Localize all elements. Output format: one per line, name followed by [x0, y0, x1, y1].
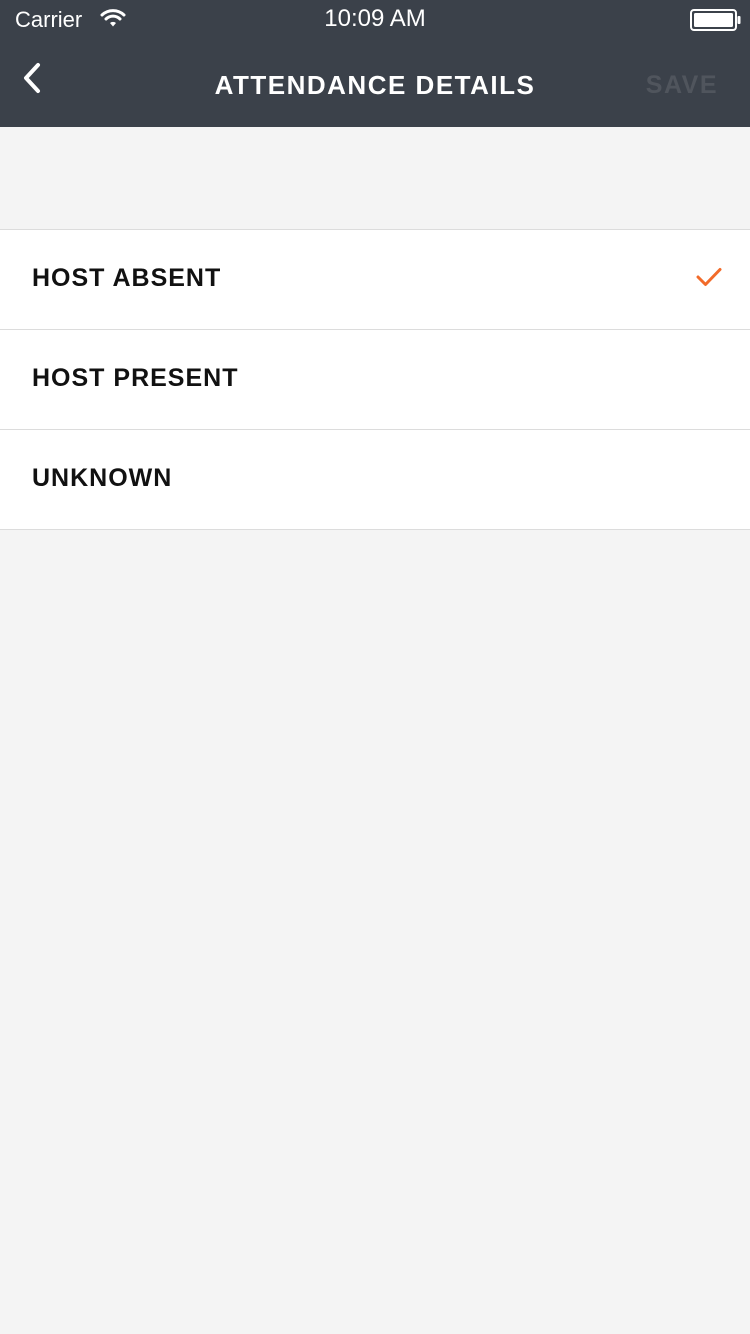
attendance-options-list: HOST ABSENT HOST PRESENT UNKNOWN: [0, 229, 750, 530]
status-bar: Carrier 10:09 AM: [0, 0, 750, 40]
option-host-absent[interactable]: HOST ABSENT: [0, 230, 750, 330]
nav-bar: ATTENDANCE DETAILS SAVE: [0, 40, 750, 127]
checkmark-icon: [696, 268, 722, 286]
option-label: HOST ABSENT: [32, 264, 222, 292]
option-label: UNKNOWN: [32, 464, 173, 492]
status-time: 10:09 AM: [324, 5, 426, 32]
option-label: HOST PRESENT: [32, 364, 239, 392]
option-host-present[interactable]: HOST PRESENT: [0, 330, 750, 430]
page-title: ATTENDANCE DETAILS: [214, 70, 536, 100]
battery-icon: [690, 9, 741, 31]
save-button[interactable]: SAVE: [646, 40, 718, 127]
header: Carrier 10:09 AM ATTENDANCE DETAILS SAVE: [0, 0, 750, 127]
option-unknown[interactable]: UNKNOWN: [0, 430, 750, 529]
